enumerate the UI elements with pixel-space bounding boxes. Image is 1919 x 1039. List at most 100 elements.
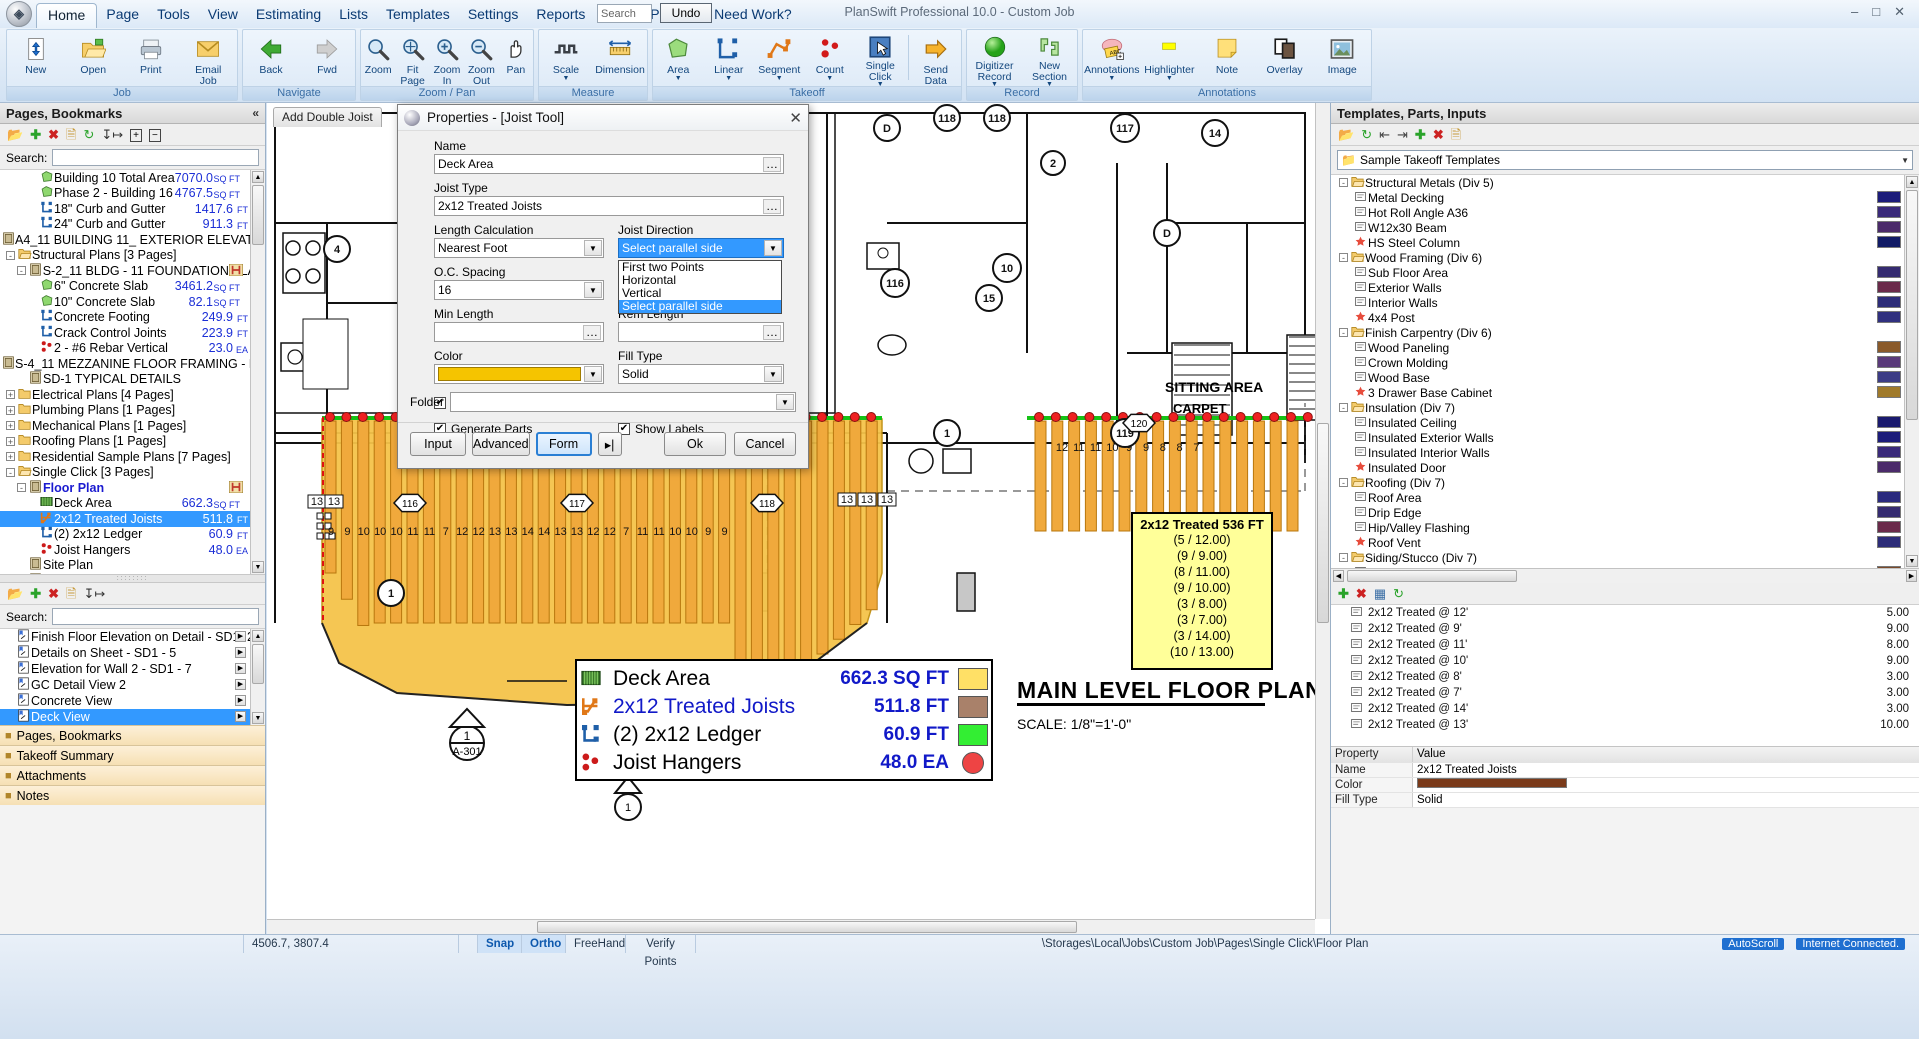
joist-direction-dropdown-list[interactable]: First two PointsHorizontalVerticalSelect…	[618, 260, 782, 314]
add-plus-icon[interactable]: ✚	[30, 587, 41, 601]
joist-direction-option[interactable]: Select parallel side	[619, 300, 781, 313]
minimize-icon[interactable]: –	[1851, 4, 1858, 20]
right-icon[interactable]: ⇥	[1397, 128, 1408, 142]
close-icon[interactable]: ✕	[1894, 4, 1905, 20]
properties-icon[interactable]: 🗎	[1451, 128, 1461, 142]
canvas-horizontal-scrollbar[interactable]	[267, 919, 1315, 934]
tree-row[interactable]: Joist Hangers48.0EA	[0, 542, 265, 558]
ribbon-button-single-click[interactable]: Single Click▼	[855, 32, 906, 88]
canvas-hscroll-thumb[interactable]	[537, 921, 1077, 933]
color-select[interactable]: ▼	[434, 364, 604, 384]
part-row[interactable]: 2x12 Treated @ 12'5.00	[1331, 605, 1919, 621]
template-tree-row[interactable]: Wood Base	[1331, 370, 1919, 385]
folder-icon[interactable]: 📂	[1338, 128, 1354, 142]
property-value[interactable]: 2x12 Treated Joists	[1413, 763, 1919, 777]
bookmark-goto-button[interactable]: ▶	[235, 679, 246, 690]
property-grid-row[interactable]: Name2x12 Treated Joists	[1331, 763, 1919, 778]
tree-row[interactable]: 10" Concrete Slab82.1SQ FT	[0, 294, 265, 310]
tree-row[interactable]: +Plumbing Plans [1 Pages]	[0, 403, 265, 419]
chevron-down-icon[interactable]: ▼	[1166, 76, 1173, 82]
template-tree-row[interactable]: -Finish Carpentry (Div 6)	[1331, 325, 1919, 340]
tree-row[interactable]: +Residential Sample Plans [7 Pages]	[0, 449, 265, 465]
rem-length-browse-icon[interactable]: …	[763, 325, 781, 340]
bookmarks-scroll-up-icon[interactable]: ▲	[252, 630, 264, 642]
template-tree-row[interactable]: Drip Edge	[1331, 505, 1919, 520]
joist-type-browse-icon[interactable]: …	[763, 199, 781, 214]
tree-row[interactable]: Deck Area662.3SQ FT	[0, 496, 265, 512]
folder-chevron-down-icon[interactable]: ▼	[776, 394, 794, 410]
sort-icon[interactable]: ↧↦	[83, 587, 105, 601]
tree-row[interactable]: SD-1 TYPICAL DETAILS	[0, 372, 265, 388]
ribbon-button-print[interactable]: Print	[125, 32, 177, 88]
template-expander-icon[interactable]: -	[1339, 478, 1348, 487]
ribbon-button-new-section[interactable]: New Section▼	[1024, 32, 1076, 88]
bookmarks-list[interactable]: Finish Floor Elevation on Detail - SD1- …	[0, 629, 265, 725]
templates-vscroll-thumb[interactable]	[1906, 190, 1918, 420]
properties-icon[interactable]: 🗎	[66, 587, 76, 601]
chevron-down-icon[interactable]: ▼	[826, 76, 833, 82]
tree-row[interactable]: (2) 2x12 Ledger60.9FT	[0, 527, 265, 543]
templates-scroll-down-icon[interactable]: ▼	[1906, 555, 1918, 567]
left-icon[interactable]: ⇤	[1379, 128, 1390, 142]
templates-hscrollbar[interactable]: ◀ ▶	[1331, 568, 1919, 583]
accordion-attachments[interactable]: ■Attachments	[0, 765, 265, 785]
template-tree-row[interactable]: Interior Walls	[1331, 295, 1919, 310]
template-tree-row[interactable]: Insulated Ceiling	[1331, 415, 1919, 430]
tree-expander-icon[interactable]: -	[17, 266, 26, 275]
properties-icon[interactable]: 🗎	[66, 128, 76, 142]
fill-type-chevron-down-icon[interactable]: ▼	[764, 366, 782, 382]
status-toggle-snap[interactable]: Snap	[478, 935, 522, 953]
bookmark-item[interactable]: Finish Floor Elevation on Detail - SD1- …	[0, 629, 265, 645]
tree-row[interactable]: Site Plan	[0, 558, 265, 574]
part-row[interactable]: 2x12 Treated @ 10'9.00	[1331, 653, 1919, 669]
template-tree-row[interactable]: Sub Floor Area	[1331, 265, 1919, 280]
accordion-takeoff-summary[interactable]: ■Takeoff Summary	[0, 745, 265, 765]
tree-row[interactable]: 2x12 Treated Joists511.8FT	[0, 511, 265, 527]
sort-icon[interactable]: ↧↦	[101, 128, 123, 142]
ribbon-button-annotations[interactable]: ABCAnnotations▼	[1086, 32, 1138, 88]
tree-row[interactable]: 2 - #6 Rebar Vertical23.0EA	[0, 341, 265, 357]
ok-button[interactable]: Ok	[664, 432, 726, 456]
cancel-button[interactable]: Cancel	[734, 432, 796, 456]
property-grid[interactable]: PropertyValueName2x12 Treated JoistsColo…	[1331, 746, 1919, 808]
ribbon-button-segment[interactable]: Segment▼	[754, 32, 805, 88]
refresh-icon[interactable]: ↻	[1393, 587, 1404, 601]
joist-direction-chevron-down-icon[interactable]: ▼	[764, 240, 782, 256]
rem-length-input[interactable]: …	[618, 322, 784, 342]
tree-row[interactable]: 18" Curb and Gutter1417.6FT	[0, 201, 265, 217]
folder-icon[interactable]: 📂	[7, 128, 23, 142]
refresh-icon[interactable]: ↻	[83, 128, 94, 142]
add-plus-icon[interactable]: ✚	[1415, 128, 1426, 142]
tree-row[interactable]: 6" Concrete Slab3461.2SQ FT	[0, 279, 265, 295]
add-plus-icon[interactable]: ✚	[30, 128, 41, 142]
tree-expander-icon[interactable]: +	[6, 421, 15, 430]
folder-icon[interactable]: 📂	[7, 587, 23, 601]
pages-tree-scrollbar[interactable]: ▲▼	[250, 170, 265, 574]
advanced-button[interactable]: Advanced	[472, 432, 530, 456]
pages-scroll-up-icon[interactable]: ▲	[252, 171, 264, 183]
name-input[interactable]: Deck Area …	[434, 154, 784, 174]
pages-search-input[interactable]	[52, 149, 259, 166]
oc-spacing-select[interactable]: 16 ▼	[434, 280, 604, 300]
ribbon-button-zoom[interactable]: Zoom	[361, 32, 395, 88]
template-tree-row[interactable]: Hot Roll Angle A36	[1331, 205, 1919, 220]
ribbon-button-fwd[interactable]: Fwd	[301, 32, 353, 88]
bookmark-goto-button[interactable]: ▶	[235, 711, 246, 722]
ribbon-button-send-data[interactable]: Send Data	[910, 32, 961, 88]
ribbon-button-highlighter[interactable]: Highlighter▼	[1143, 32, 1195, 88]
status-toggle-ortho[interactable]: Ortho	[522, 935, 566, 953]
property-value[interactable]	[1413, 778, 1919, 792]
ribbon-button-pan[interactable]: Pan	[499, 32, 533, 88]
tree-row[interactable]: +Electrical Plans [4 Pages]	[0, 387, 265, 403]
bookmark-goto-button[interactable]: ▶	[235, 647, 246, 658]
bookmark-item[interactable]: Details on Sheet - SD1 - 5▶	[0, 645, 265, 661]
chevron-down-icon[interactable]: ▼	[776, 76, 783, 82]
ribbon-button-zoom-in[interactable]: Zoom In	[430, 32, 464, 88]
maximize-icon[interactable]: □	[1872, 4, 1880, 20]
tree-expander-icon[interactable]: +	[6, 452, 15, 461]
bookmark-goto-button[interactable]: ▶	[235, 631, 246, 642]
pages-scroll-down-icon[interactable]: ▼	[252, 561, 264, 573]
part-row[interactable]: 2x12 Treated @ 11'8.00	[1331, 637, 1919, 653]
tree-expander-icon[interactable]: +	[6, 437, 15, 446]
accordion-notes[interactable]: ■Notes	[0, 785, 265, 805]
